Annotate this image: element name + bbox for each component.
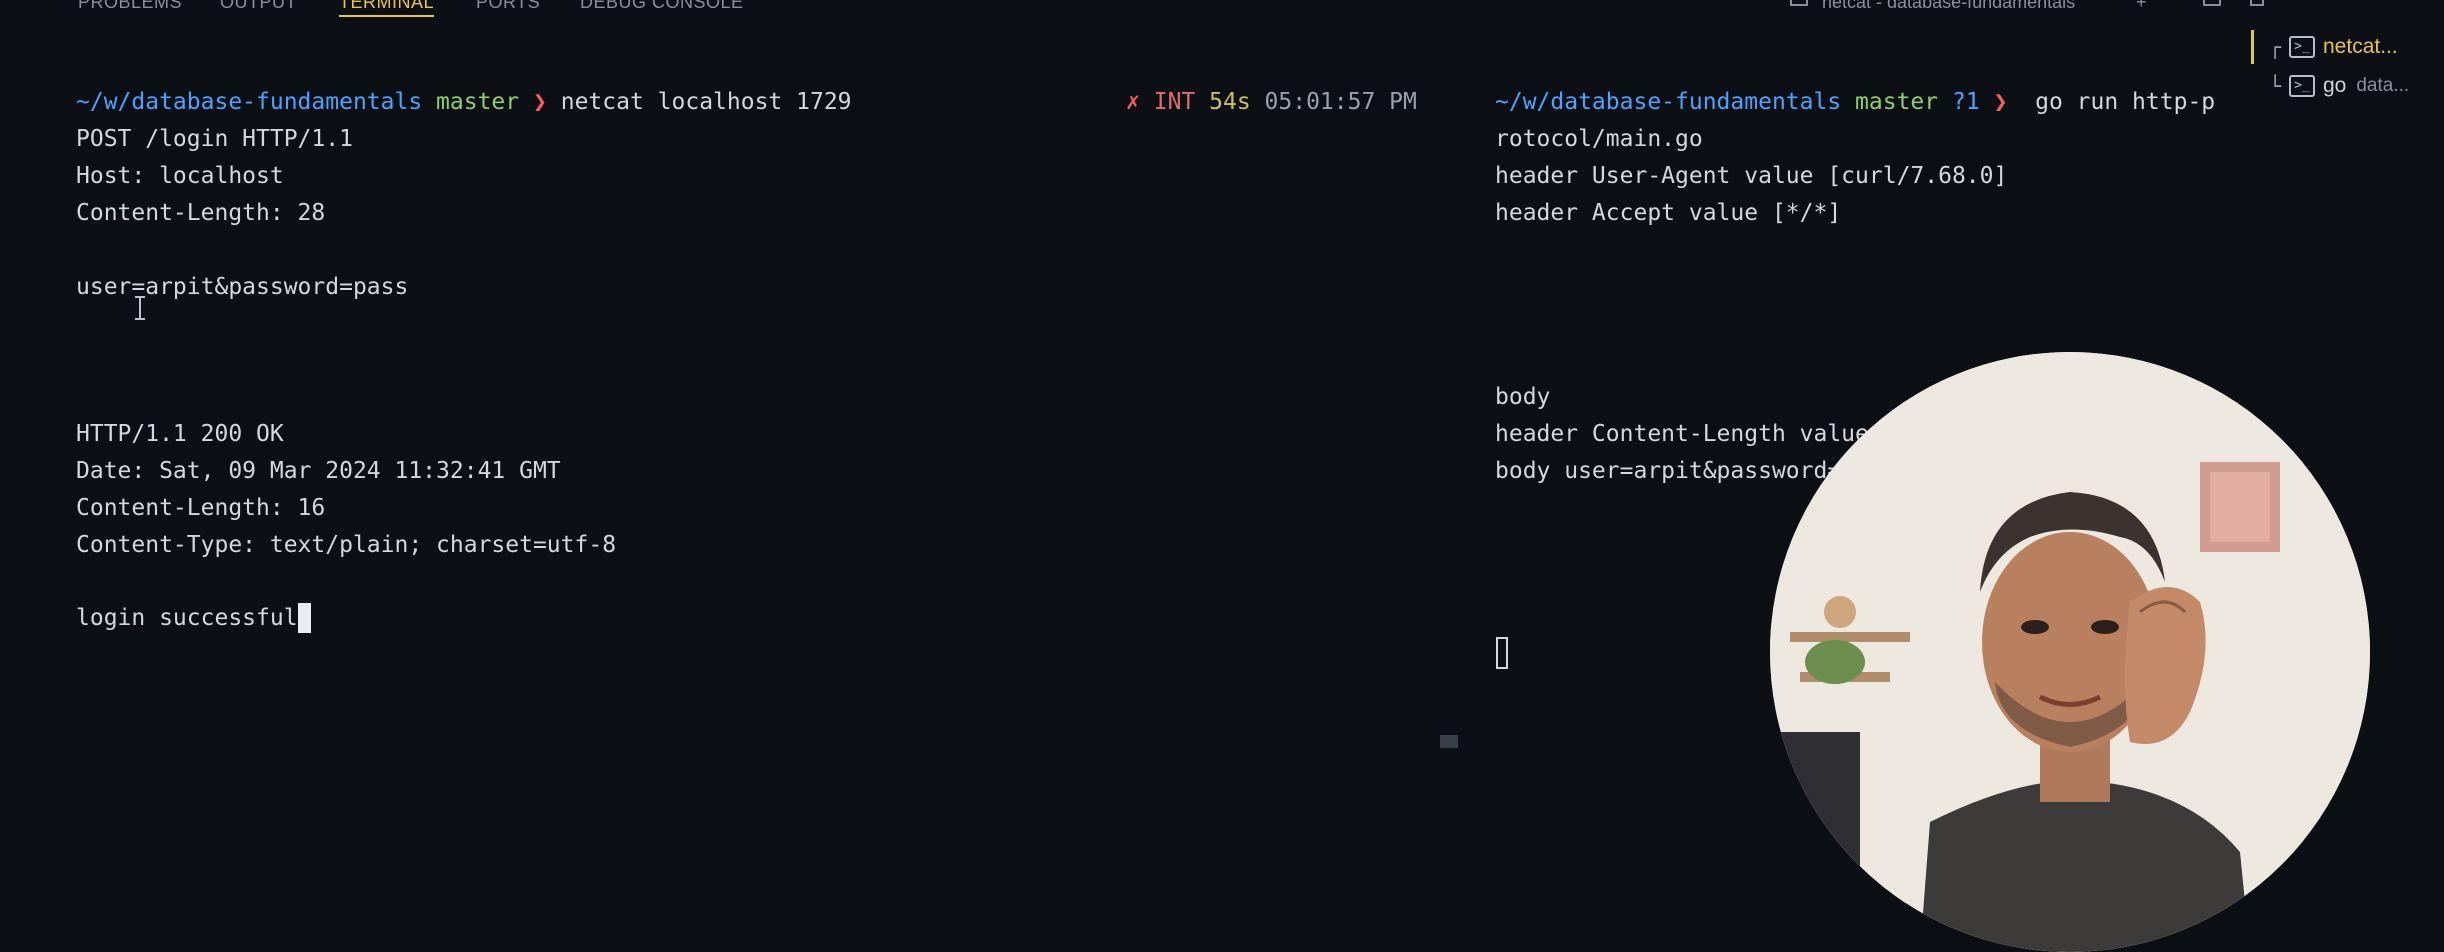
terminal-icon — [1790, 0, 1808, 6]
tab-output[interactable]: OUTPUT — [220, 0, 297, 13]
tree-branch-top: ┌ — [2269, 35, 2282, 59]
terminal-cursor — [1496, 637, 1508, 669]
response-body-text: login successful — [76, 605, 298, 631]
close-icon[interactable] — [2395, 0, 2407, 6]
status-duration: 54s — [1209, 89, 1251, 115]
request-line: Host: localhost — [76, 163, 284, 189]
layout-icon[interactable] — [2203, 0, 2221, 6]
output-line: header Accept value [*/*] — [1495, 200, 1842, 226]
response-line: Content-Type: text/plain; charset=utf-8 — [76, 532, 617, 558]
status-int: INT — [1153, 89, 1196, 115]
tree-branch-bottom: └ — [2269, 74, 2282, 98]
status-error-icon: ✗ — [1126, 89, 1140, 115]
terminal-dropdown-label[interactable]: netcat - database-fundamentals — [1822, 0, 2075, 13]
response-line: Date: Sat, 09 Mar 2024 11:32:41 GMT — [76, 458, 561, 484]
response-body-line: login successful — [76, 603, 311, 633]
panel-tab-bar: PROBLEMS OUTPUT TERMINAL PORTS DEBUG CON… — [0, 0, 2444, 22]
terminal-cursor — [297, 603, 311, 633]
prompt-path-prefix: ~/w/ — [1495, 89, 1551, 115]
trash-icon[interactable] — [2250, 0, 2264, 6]
right-prompt-line: ~/w/database-fundamentals master ?1 ❯ go… — [1495, 87, 2215, 117]
request-line: Content-Length: 28 — [76, 200, 326, 226]
prompt-command: go run http-p — [2035, 89, 2216, 115]
terminal-cwd: data... — [2356, 75, 2410, 96]
prompt-path-dir: database-fundamentals — [1550, 89, 1842, 115]
prompt-branch: master — [1855, 89, 1939, 115]
pane-sash[interactable] — [1440, 735, 1458, 748]
status-time: 05:01:57 PM — [1264, 89, 1417, 115]
tab-terminal[interactable]: TERMINAL — [339, 0, 435, 17]
prompt-chevron: ❯ — [1993, 89, 2008, 115]
output-line: body user=arpit&password= — [1495, 458, 1842, 484]
response-line: Content-Length: 16 — [76, 495, 326, 521]
request-line: POST /login HTTP/1.1 — [76, 126, 353, 152]
tab-debug-console[interactable]: DEBUG CONSOLE — [580, 0, 744, 13]
left-prompt-line: ~/w/database-fundamentals master ❯ netca… — [76, 87, 852, 117]
tab-problems[interactable]: PROBLEMS — [78, 0, 182, 13]
webcam-overlay — [1770, 352, 2370, 952]
text-cursor-ibeam-icon — [135, 296, 145, 320]
prompt-chevron: ❯ — [533, 89, 547, 115]
output-line: header User-Agent value [curl/7.68.0] — [1495, 163, 2008, 189]
terminal-icon: >_ — [2289, 36, 2315, 58]
terminal-list-item-go[interactable]: └ >_ go data... — [2269, 69, 2444, 103]
prompt-branch: master — [436, 89, 520, 115]
new-terminal-button[interactable]: + — [2136, 0, 2147, 13]
prompt-path-dir: database-fundamentals — [131, 89, 423, 115]
active-terminal-indicator — [2251, 30, 2254, 64]
request-body-line: user=arpit&password=pass — [76, 274, 409, 300]
response-line: HTTP/1.1 200 OK — [76, 421, 284, 447]
presenter-image — [1770, 352, 2370, 952]
prompt-command: netcat localhost 1729 — [560, 89, 852, 115]
left-prompt-status: ✗ INT 54s 05:01:57 PM — [1126, 87, 1417, 117]
output-line: rotocol/main.go — [1495, 126, 1703, 152]
terminal-icon: >_ — [2289, 75, 2315, 97]
prompt-path-prefix: ~/w/ — [76, 89, 132, 115]
tab-ports[interactable]: PORTS — [476, 0, 540, 13]
terminal-name: go — [2323, 74, 2347, 97]
terminal-list-item-netcat[interactable]: ┌ >_ netcat... — [2269, 30, 2444, 64]
terminal-name: netcat... — [2323, 35, 2398, 58]
output-line: header Content-Length value — [1495, 421, 1869, 447]
output-line: body — [1495, 384, 1551, 410]
prompt-git-status: ?1 — [1952, 89, 1980, 115]
